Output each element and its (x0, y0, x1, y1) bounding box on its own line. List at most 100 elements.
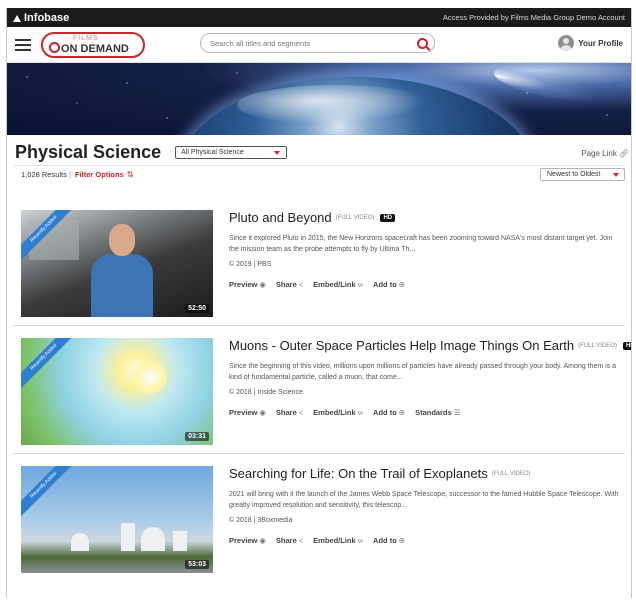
subject-filter-value: All Physical Science (181, 149, 244, 156)
embed-link-button[interactable]: Embed/Link ∞ (313, 280, 363, 289)
embed-link-button[interactable]: Embed/Link ∞ (313, 536, 363, 545)
menu-icon[interactable] (15, 38, 31, 51)
full-video-tag: (FULL VIDEO) (335, 214, 375, 221)
clouds-image (237, 85, 437, 125)
results-list: Recently Added 52:50 Pluto and Beyond (F… (7, 198, 631, 582)
link-icon: ∞ (357, 408, 364, 417)
item-info: Pluto and Beyond (FULL VIDEO) HD Since i… (229, 210, 619, 289)
share-button[interactable]: Share < (276, 408, 303, 417)
results-separator: | (68, 169, 71, 179)
list-item: Recently Added 03:31 Muons - Outer Space… (13, 326, 631, 454)
share-button[interactable]: Share < (276, 280, 303, 289)
observatory-image (61, 521, 201, 551)
infobase-brand[interactable]: Infobase (13, 12, 69, 24)
subject-filter-select[interactable]: All Physical Science (175, 146, 288, 159)
preview-button[interactable]: Preview ◉ (229, 280, 266, 289)
hd-badge: HD (380, 213, 396, 222)
results-summary: 1,028 Results | Filter Options ⇅ (21, 170, 133, 179)
item-title-row: Muons - Outer Space Particles Help Image… (229, 338, 631, 353)
item-title[interactable]: Pluto and Beyond (229, 210, 332, 225)
standards-icon: ☰ (453, 408, 461, 417)
search-bar (200, 33, 435, 53)
item-title-row: Searching for Life: On the Trail of Exop… (229, 466, 619, 481)
add-to-button[interactable]: Add to ⊕ (373, 536, 405, 545)
item-actions: Preview ◉ Share < Embed/Link ∞ Add to ⊕ (229, 280, 619, 289)
item-meta: © 2019 | PBS (229, 261, 272, 268)
duration-badge: 53:03 (185, 560, 209, 569)
search-input[interactable] (210, 38, 417, 48)
video-thumbnail[interactable]: Recently Added 03:31 (21, 338, 213, 445)
item-title-row: Pluto and Beyond (FULL VIDEO) HD (229, 210, 619, 225)
sort-select[interactable]: Newest to Oldest (540, 168, 625, 181)
chevron-down-icon (274, 151, 281, 155)
search-icon[interactable] (417, 37, 428, 49)
add-circle-icon: ⊕ (398, 536, 406, 545)
list-item: Recently Added 52:50 Pluto and Beyond (F… (13, 198, 625, 326)
share-button[interactable]: Share < (276, 536, 303, 545)
logo-films-text: FILMS (73, 34, 99, 42)
share-icon: < (298, 408, 304, 417)
films-on-demand-logo[interactable]: FILMS ON DEMAND (41, 31, 145, 58)
item-title[interactable]: Searching for Life: On the Trail of Exop… (229, 466, 488, 481)
page-link[interactable]: Page Link 🔗︎ (581, 149, 629, 158)
eye-icon: ◉ (259, 536, 266, 545)
item-description: 2021 will bring with it the launch of th… (229, 491, 619, 509)
sun-image (133, 360, 167, 394)
avatar-icon (558, 35, 575, 51)
preview-button[interactable]: Preview ◉ (229, 408, 266, 417)
item-actions: Preview ◉ Share < Embed/Link ∞ Add to ⊕ Stan… (229, 408, 619, 417)
item-meta: © 2018 | Inside Science (229, 389, 303, 396)
share-icon: < (298, 536, 304, 545)
item-description: Since it explored Pluto in 2015, the New… (229, 235, 613, 253)
item-meta: © 2018 | 3Boxmedia (229, 517, 293, 524)
item-info: Searching for Life: On the Trail of Exop… (229, 466, 619, 545)
infobase-logo-icon (13, 14, 21, 22)
recently-added-ribbon: Recently Added (21, 338, 80, 394)
results-row: 1,028 Results | Filter Options ⇅ Newest t… (13, 165, 625, 182)
share-icon: < (298, 280, 304, 289)
recently-added-ribbon: Recently Added (21, 466, 80, 522)
app-frame: Infobase Access Provided by Films Media … (6, 8, 632, 598)
link-icon: 🔗︎ (618, 149, 629, 158)
video-thumbnail[interactable]: Recently Added 53:03 (21, 466, 213, 573)
duration-badge: 52:50 (185, 304, 209, 313)
page-title: Physical Science (15, 141, 162, 162)
full-video-tag: (FULL VIDEO) (491, 470, 531, 477)
add-to-button[interactable]: Add to ⊕ (373, 280, 405, 289)
preview-button[interactable]: Preview ◉ (229, 536, 266, 545)
item-actions: Preview ◉ Share < Embed/Link ∞ Add to ⊕ (229, 536, 619, 545)
presenter-image (91, 224, 153, 317)
logo-main-text: ON DEMAND (49, 41, 129, 55)
item-title[interactable]: Muons - Outer Space Particles Help Image… (229, 338, 574, 353)
title-row: Physical Science All Physical Science Pa… (7, 135, 631, 165)
add-to-button[interactable]: Add to ⊕ (373, 408, 405, 417)
item-description: Since the beginning of this video, milli… (229, 363, 617, 381)
page-link-label: Page Link (581, 149, 617, 158)
brand-label: Infobase (24, 11, 70, 24)
space-banner (7, 63, 631, 135)
filter-icon[interactable]: ⇅ (127, 170, 134, 179)
duration-badge: 03:31 (185, 432, 209, 441)
standards-button[interactable]: Standards ☰ (415, 408, 460, 417)
eye-icon: ◉ (259, 408, 266, 417)
hd-badge: HD (622, 341, 631, 350)
profile-button[interactable]: Your Profile (558, 35, 623, 51)
list-item: Recently Added 53:03 Searching for Life:… (13, 454, 625, 582)
filter-options-link[interactable]: Filter Options (75, 170, 124, 179)
sort-value: Newest to Oldest (547, 171, 601, 178)
link-icon: ∞ (357, 536, 364, 545)
top-bar: Infobase Access Provided by Films Media … (7, 8, 631, 27)
link-icon: ∞ (357, 280, 364, 289)
add-circle-icon: ⊕ (398, 280, 406, 289)
profile-label: Your Profile (578, 38, 623, 48)
site-header: FILMS ON DEMAND Your Profile (7, 27, 631, 63)
embed-link-button[interactable]: Embed/Link ∞ (313, 408, 363, 417)
chevron-down-icon (613, 173, 619, 177)
results-count: 1,028 Results (21, 169, 67, 179)
access-text: Access Provided by Films Media Group Dem… (442, 13, 625, 22)
full-video-tag: (FULL VIDEO) (578, 342, 617, 349)
item-info: Muons - Outer Space Particles Help Image… (229, 338, 631, 417)
eye-icon: ◉ (259, 280, 266, 289)
video-thumbnail[interactable]: Recently Added 52:50 (21, 210, 213, 317)
logo-o-icon (49, 41, 60, 53)
